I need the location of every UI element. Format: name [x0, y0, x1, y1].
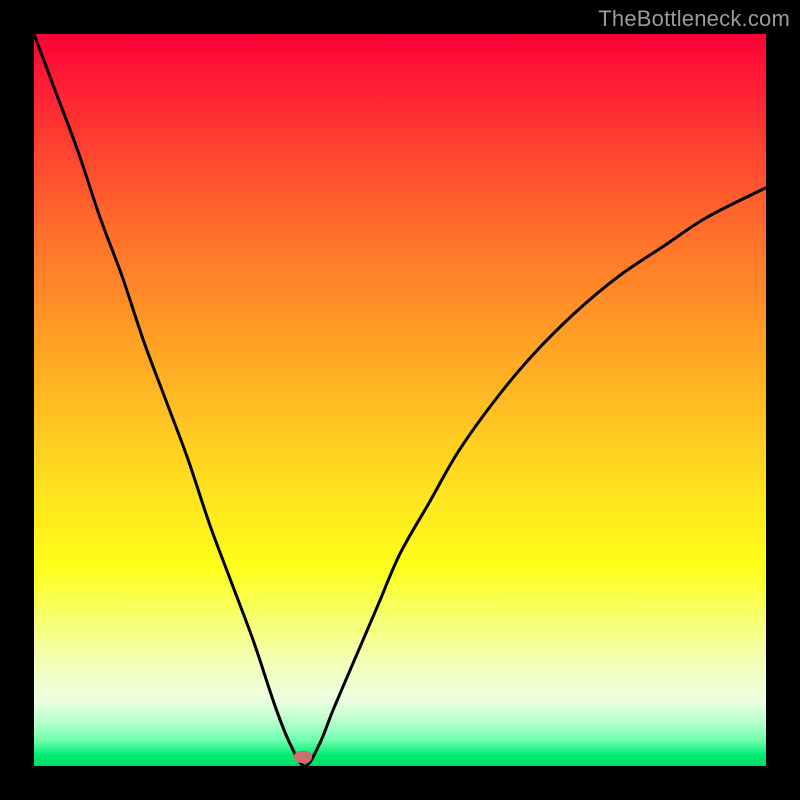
curve-svg: [34, 34, 766, 766]
chart-frame: TheBottleneck.com: [0, 0, 800, 800]
bottleneck-curve: [34, 34, 766, 766]
plot-area: [34, 34, 766, 766]
watermark-text: TheBottleneck.com: [598, 6, 790, 32]
optimal-point-marker: [294, 751, 312, 763]
